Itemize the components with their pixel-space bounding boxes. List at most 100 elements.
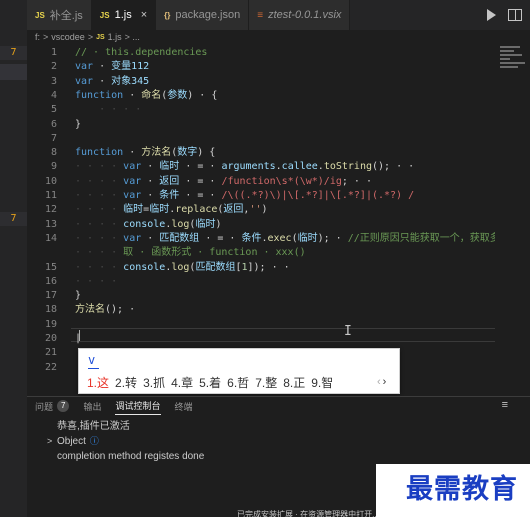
breadcrumb-folder[interactable]: vscodee [51,32,85,42]
ime-candidate[interactable]: 3.抓 [143,374,165,391]
line-number: 21 [44,347,57,359]
code-text: function · 方法名(数字) { [75,146,215,160]
line-number: 7 [50,132,57,144]
code-token: ); · [317,232,348,244]
code-token: 方法名 [75,304,105,316]
code-token: // · this.dependencies [75,47,208,58]
code-token: 临时 [297,232,318,244]
code-line[interactable]: 15 · · · · console.log(匹配数组[1]); · · [27,261,495,275]
activity-item[interactable] [0,64,27,80]
code-token: 取 · 函数形式 · function · xxx() [123,247,306,259]
code-line[interactable]: 13 · · · · console.log(临时) [27,218,495,232]
code-token: · = · [179,175,222,187]
js-file-icon: JS [35,10,45,20]
code-line[interactable]: · · · · 取 · 函数形式 · function · xxx() [27,246,495,260]
tab-terminal[interactable]: 终端 [175,397,193,415]
code-line[interactable]: 10 · · · · var · 返回 · = · /function\s*(\w… [27,175,495,189]
panel-menu-icon[interactable]: ≡ [502,399,508,411]
code-line[interactable]: 18 方法名(); · [27,303,495,317]
code-token: · [141,175,160,187]
code-line[interactable]: 20 | [27,332,495,346]
code-line[interactable]: 5 · · · · [27,103,495,117]
code-token: | [75,333,82,344]
code-token: 对象345 [111,75,150,87]
code-token: · = · [179,161,222,173]
split-editor-icon[interactable] [508,9,522,21]
js-file-icon: JS [96,33,105,41]
ime-candidate-index: 5. [199,376,210,390]
run-icon[interactable] [487,9,496,21]
watermark-logo: 最需教育 [376,468,530,504]
code-token: 命名 [141,89,162,101]
debug-console-output: 恭喜,插件已激活 > Object ⓘ completion method re… [47,419,204,464]
code-line[interactable]: 12 · · · · 临时=临时.replace(返回,'') [27,203,495,217]
code-token: log [171,261,190,273]
breadcrumb-drive[interactable]: f: [35,32,40,42]
ime-candidate-list: 1.这 2.转 3.抓 4.章 5.着 6.哲 7.整 8.正 9.智 [87,374,333,391]
code-line[interactable]: 11 · · · · var · 条件 · = · /\((.*?)\)|\[.*… [27,189,495,203]
code-line[interactable]: 19 [27,318,495,332]
ime-candidate[interactable]: 2.转 [115,374,137,391]
close-icon[interactable]: × [141,9,147,21]
line-number: 8 [50,147,57,159]
code-token: function [75,147,124,159]
ime-candidate[interactable]: 6.哲 [227,374,249,391]
line-number: 2 [50,61,57,73]
code-line[interactable]: 4 function · 命名(参数) · { [27,89,495,103]
code-line[interactable]: 17} [27,289,495,303]
code-text: · · · · var · 返回 · = · /function\s*(\w*)… [75,175,372,189]
ime-candidate[interactable]: 1.这 [87,374,109,391]
ime-candidate[interactable]: 9.智 [311,374,333,391]
code-token: · · · · [75,247,124,259]
tab-package-json[interactable]: {} package.json [156,0,250,30]
line-number: 14 [44,232,57,244]
tab-buquan-js[interactable]: JS 补全.js [27,0,92,30]
code-text: · · · · 取 · 函数形式 · function · xxx() [75,246,306,260]
line-number: 17 [44,290,57,302]
ime-candidate-window[interactable]: v 1.这 2.转 3.抓 4.章 5.着 6.哲 7.整 8.正 9.智 ‹› [78,348,400,394]
ime-candidate-char: 智 [321,376,334,390]
tab-problems[interactable]: 问题 7 [35,397,70,415]
code-token: (); · · [372,161,415,173]
code-token: } [75,118,82,130]
console-line[interactable]: > Object ⓘ [47,434,204,449]
expand-chevron-icon[interactable]: > [47,434,53,449]
code-line[interactable]: 8 function · 方法名(数字) { [27,146,495,160]
ime-next-page-icon[interactable]: › [383,376,389,388]
breadcrumb-file[interactable]: 1.js [108,32,122,42]
line-number: 9 [50,161,57,173]
code-line[interactable]: 9 · · · · var · 临时 · = · arguments.callee… [27,160,495,174]
tab-label: 补全.js [49,10,83,22]
code-line[interactable]: 7 [27,132,495,146]
code-token: 临时 [159,161,180,173]
code-line[interactable]: 2 var · 变量112 [27,60,495,74]
console-line: completion method registes done [47,449,204,464]
code-text: · · · · var · 匹配数组 · = · 条件.exec(临时); · … [75,232,495,246]
ime-candidate[interactable]: 5.着 [199,374,221,391]
tab-output[interactable]: 输出 [83,397,101,415]
editor-tab-bar: JS 补全.js JS 1.js × {} package.json ≡ zte… [27,0,530,30]
code-token: · · · · [75,204,124,216]
minimap[interactable] [497,44,530,396]
ime-candidate[interactable]: 7.整 [255,374,277,391]
tab-1-js[interactable]: JS 1.js × [91,0,157,30]
code-token: · = · [179,190,222,201]
code-line[interactable]: 16 · · · · [27,275,495,289]
code-editor[interactable]: I 1// · this.dependencies 2 var · 变量112 3 va… [27,44,495,396]
ime-candidate-index: 3. [143,376,154,390]
code-text: · · · · [75,275,123,289]
code-line[interactable]: 3 var · 对象345 [27,75,495,89]
ime-candidate[interactable]: 8.正 [283,374,305,391]
breadcrumb-symbol[interactable]: > ... [125,32,140,42]
ime-page-nav[interactable]: ‹› [377,376,388,388]
code-text: · · · · 临时=临时.replace(返回,'') [75,203,268,217]
code-line[interactable]: 1 // · this.dependencies [27,46,495,60]
tab-ztest-vsix[interactable]: ≡ ztest-0.0.1.vsix [249,0,351,30]
code-line[interactable]: 14 · · · · var · 匹配数组 · = · 条件.exec(临时); … [27,232,495,246]
notification-text: 已完成安装扩展 · 在资源管理器中打开... [237,510,379,517]
ime-candidate[interactable]: 4.章 [171,374,193,391]
code-text: var · 变量112 [75,60,149,74]
code-token: · · · · [75,161,124,173]
tab-debug-console[interactable]: 调试控制台 [115,397,161,415]
code-line[interactable]: 6} [27,118,495,132]
